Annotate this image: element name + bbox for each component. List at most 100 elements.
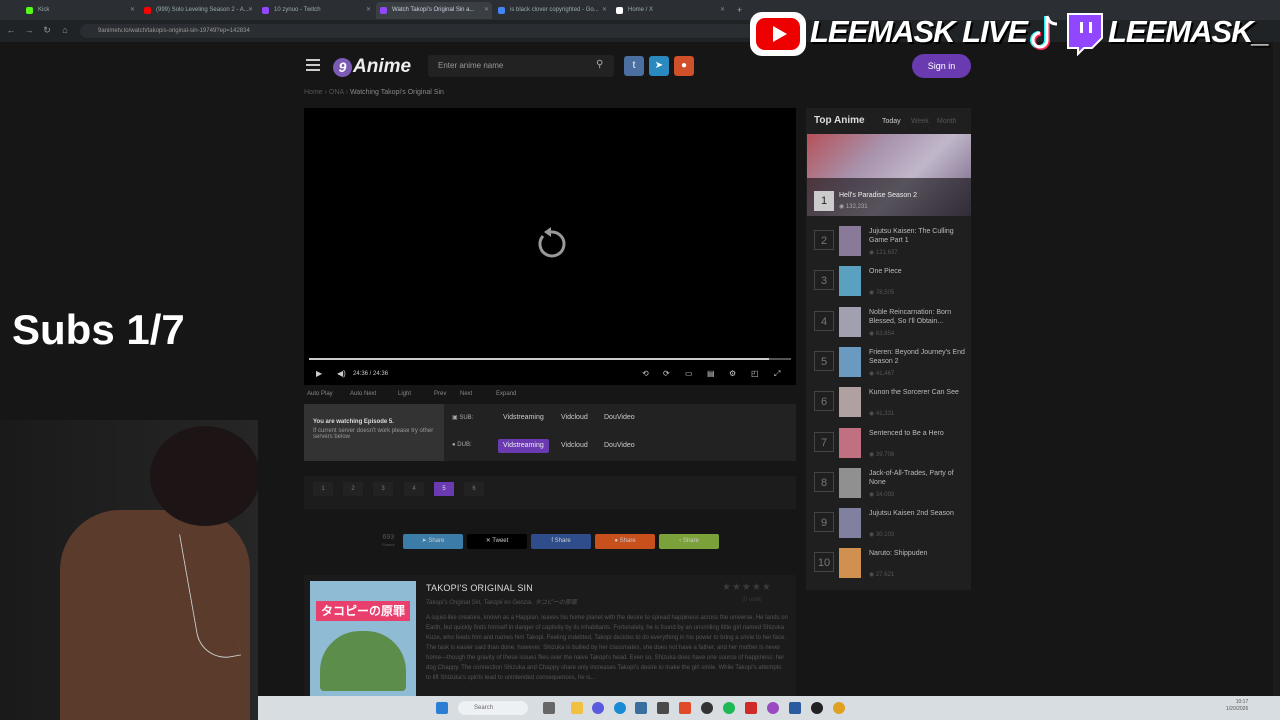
server-dub-vidstreaming[interactable]: Vidstreaming [498,439,549,453]
new-tab-button[interactable]: + [734,2,748,19]
episode-button[interactable]: 1 [313,482,333,496]
anime-title[interactable]: TAKOPI'S ORIGINAL SIN [426,583,533,593]
auto-next-toggle[interactable]: Auto Next [350,391,376,397]
top-anime-thumbnail[interactable] [839,467,861,498]
volume-icon[interactable]: ◀) [337,369,346,378]
top-anime-name[interactable]: Noble Reincarnation: Born Blessed, So I'… [869,308,965,326]
browser-tab[interactable]: is black clover copyrighted - Go... ✕ [494,2,610,19]
taskbar-search[interactable]: Search [458,701,528,715]
task-view-icon[interactable] [543,702,555,714]
top-anime-name[interactable]: Frieren: Beyond Journey's End Season 2 [869,348,965,366]
server-sub-vidcloud[interactable]: Vidcloud [556,411,593,425]
top-anime-name[interactable]: Sentenced to Be a Hero [869,429,965,438]
expand-button[interactable]: Expand [496,391,516,397]
share-button-facebook[interactable]: f Share [531,534,591,549]
fullscreen-icon[interactable]: ⤢ [774,369,780,379]
top-anime-name[interactable]: Jack-of-All-Trades, Party of None [869,469,965,487]
reddit-icon[interactable]: ● [674,56,694,76]
browser-tab[interactable]: Home / X ✕ [612,2,728,19]
replay-icon[interactable] [533,226,569,262]
top-anime-thumbnail[interactable] [839,427,861,458]
top-anime-thumbnail[interactable] [839,548,861,579]
search-icon[interactable]: ⚲ [596,59,603,70]
reload-icon[interactable]: ↻ [40,23,54,37]
rating-stars[interactable]: ★★★★★ [722,582,772,593]
skip-forward-icon[interactable]: ⟳ [663,369,670,378]
top-anime-name[interactable]: Jujutsu Kaisen 2nd Season [869,509,965,518]
scrollbar[interactable] [1273,42,1280,696]
close-icon[interactable]: ✕ [248,2,253,19]
top-anime-thumbnail[interactable] [839,508,861,539]
tab-week[interactable]: Week [911,118,929,125]
telegram-icon[interactable]: ➤ [649,56,669,76]
play-icon[interactable]: ▶ [316,369,322,378]
search-input[interactable]: Enter anime name [428,55,614,77]
edge-icon[interactable] [614,702,626,714]
skip-back-icon[interactable]: ⟲ [642,369,649,378]
top-anime-name[interactable]: Naruto: Shippuden [869,549,965,558]
breadcrumb-ona[interactable]: ONA [329,89,344,96]
top-anime-thumbnail[interactable] [839,306,861,337]
server-dub-douvideo[interactable]: DouVideo [599,439,640,453]
server-dub-vidcloud[interactable]: Vidcloud [556,439,593,453]
chrome-icon[interactable] [833,702,845,714]
close-icon[interactable]: ✕ [484,2,489,19]
menu-icon[interactable] [306,59,320,71]
twitter-icon[interactable]: t [624,56,644,76]
steam-icon[interactable] [789,702,801,714]
back-icon[interactable]: ← [4,23,18,37]
breadcrumb-home[interactable]: Home [304,89,323,96]
obs-icon[interactable] [701,702,713,714]
tab-today[interactable]: Today [882,118,901,125]
episode-button[interactable]: 6 [464,482,484,496]
close-icon[interactable]: ✕ [602,2,607,19]
episode-button[interactable]: 4 [404,482,424,496]
top-anime-name[interactable]: Hell's Paradise Season 2 [839,191,935,200]
top-anime-thumbnail[interactable] [839,226,861,256]
browser-tab-active[interactable]: Watch Takopi's Original Sin a... ✕ [376,2,492,19]
brave-icon[interactable] [679,702,691,714]
share-button-telegram[interactable]: ➤ Share [403,534,463,549]
terminal-icon[interactable] [635,702,647,714]
prev-button[interactable]: Prev [434,391,446,397]
discord-icon[interactable] [592,702,604,714]
browser-tab[interactable]: (999) Solo Leveling Season 2 - A... ✕ [140,2,256,19]
episode-button[interactable]: 3 [373,482,393,496]
file-explorer-icon[interactable] [571,702,583,714]
server-sub-vidstreaming[interactable]: Vidstreaming [498,411,549,425]
start-icon[interactable] [436,702,448,714]
app-icon[interactable] [811,702,823,714]
settings-icon[interactable]: ⚙ [729,369,736,378]
next-button[interactable]: Next [460,391,472,397]
browser-tab[interactable]: 10 zynuo - Twitch ✕ [258,2,374,19]
episode-button-current[interactable]: 5 [434,482,454,496]
episode-button[interactable]: 2 [343,482,363,496]
spotify-icon[interactable] [723,702,735,714]
top-anime-name[interactable]: Kunon the Sorcerer Can See [869,388,965,397]
site-logo[interactable]: 9 Anime [333,56,411,78]
share-button-sharethis[interactable]: ‹ Share [659,534,719,549]
captions-icon[interactable]: ▤ [707,369,715,378]
auto-play-toggle[interactable]: Auto Play [307,391,333,397]
app-icon[interactable] [767,702,779,714]
forward-icon[interactable]: → [22,23,36,37]
settings-icon[interactable] [657,702,669,714]
browser-tab[interactable]: Kick ✕ [22,2,138,19]
top-anime-thumbnail[interactable] [839,387,861,418]
share-button-reddit[interactable]: ● Share [595,534,655,549]
light-toggle[interactable]: Light [398,391,411,397]
url-field[interactable]: 9animetv.to/watch/takopis-original-sin-1… [80,24,760,38]
close-icon[interactable]: ✕ [130,2,135,19]
cast-icon[interactable]: ▭ [685,369,693,378]
pip-icon[interactable]: ◰ [751,369,759,378]
home-icon[interactable]: ⌂ [58,23,72,37]
close-icon[interactable]: ✕ [366,2,371,19]
top-anime-name[interactable]: Jujutsu Kaisen: The Culling Game Part 1 [869,227,965,245]
server-sub-douvideo[interactable]: DouVideo [599,411,640,425]
top-anime-thumbnail[interactable] [839,346,861,377]
app-icon[interactable] [745,702,757,714]
anime-poster[interactable]: タコピーの原罪 [310,581,416,696]
close-icon[interactable]: ✕ [720,2,725,19]
tab-month[interactable]: Month [937,118,956,125]
share-button-x[interactable]: ✕ Tweet [467,534,527,549]
